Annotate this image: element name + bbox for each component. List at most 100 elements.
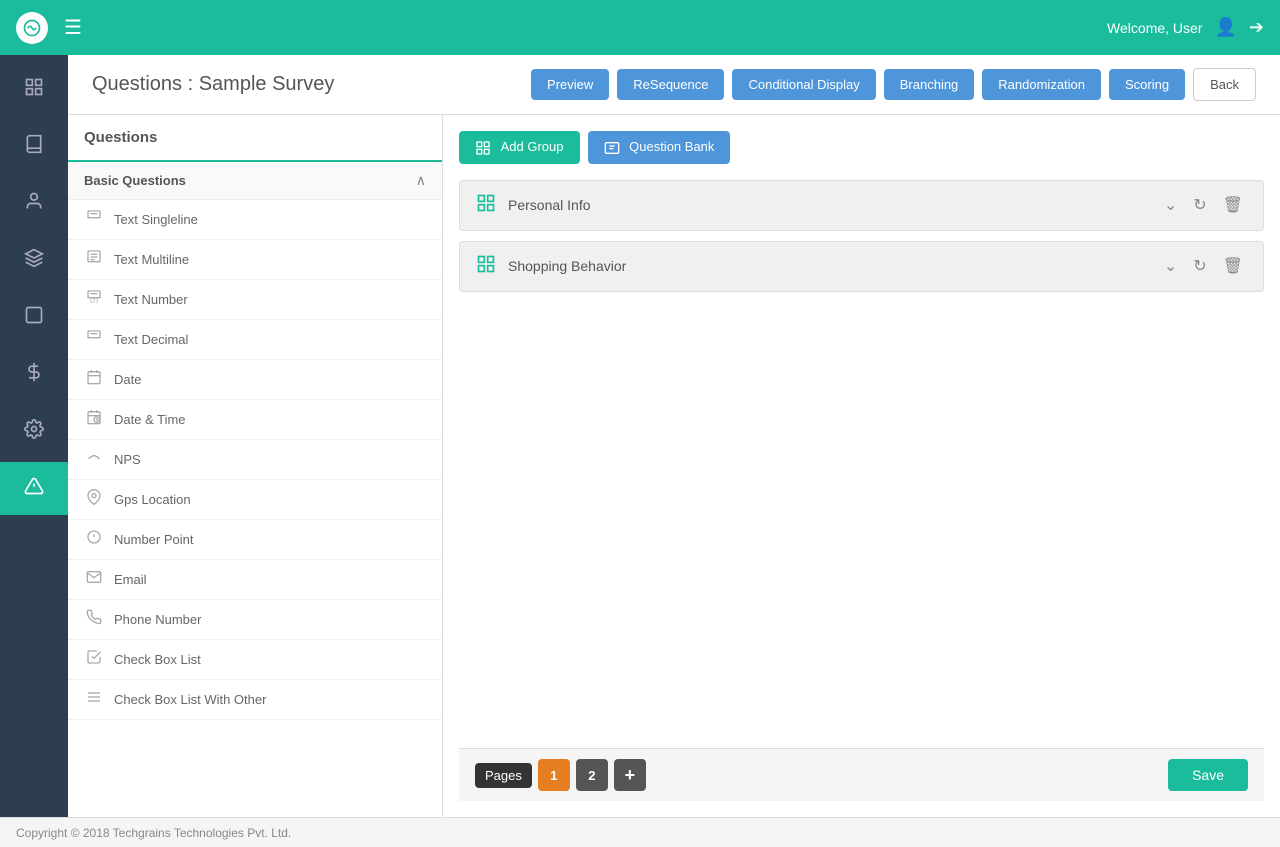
welcome-text: Welcome, User [1107,20,1202,36]
layers-icon [24,248,44,273]
resequence-button[interactable]: ReSequence [617,69,724,100]
groups-container: Personal Info ⌄ ↻ 🗑 Shopping Behavior [459,180,1264,748]
pages-label: Pages [475,763,532,788]
nav-right: Welcome, User 👤 ➔ [1107,17,1264,38]
group-item-shopping: Shopping Behavior ⌄ ↻ 🗑 [459,241,1264,292]
group-icon-shopping [476,254,496,279]
basic-questions-title: Basic Questions [84,173,186,188]
list-item[interactable]: 123 Text Number [68,280,442,320]
nav-left: ☰ [16,12,82,44]
page-title: Questions : Sample Survey [92,73,334,96]
basic-questions-header[interactable]: Basic Questions ∧ [68,162,442,200]
datetime-icon [84,409,104,430]
main-layout: Questions : Sample Survey Preview ReSequ… [0,55,1280,817]
add-group-button[interactable]: Add Group [459,131,580,164]
branching-button[interactable]: Branching [884,69,975,100]
group-delete-button[interactable]: 🗑 [1219,193,1247,217]
svg-text:123: 123 [89,298,98,304]
group-actions: ⌄ ↻ 🗑 [1160,193,1247,217]
checkbox-icon [84,649,104,670]
user-icon [24,191,44,216]
page-2-button[interactable]: 2 [576,759,608,791]
list-item[interactable]: Date & Time [68,400,442,440]
text-singleline-icon [84,209,104,230]
conditional-display-button[interactable]: Conditional Display [732,69,875,100]
sidebar-item-layers[interactable] [0,234,68,287]
group-expand-button-shopping[interactable]: ⌄ [1160,254,1181,278]
item-label: Date [114,372,141,387]
item-label: Gps Location [114,492,191,507]
question-bank-button[interactable]: Question Bank [588,131,731,164]
text-multiline-icon [84,249,104,270]
group-item-personal-info: Personal Info ⌄ ↻ 🗑 [459,180,1264,231]
item-label: Text Multiline [114,252,189,267]
scoring-button[interactable]: Scoring [1109,69,1185,100]
preview-button[interactable]: Preview [531,69,609,100]
list-item[interactable]: Number Point [68,520,442,560]
list-item[interactable]: Check Box List With Other [68,680,442,720]
question-bank-icon [604,139,624,154]
list-item[interactable]: Phone Number [68,600,442,640]
sidebar-item-users[interactable] [0,177,68,230]
logout-button[interactable]: ➔ [1249,17,1264,38]
group-refresh-button[interactable]: ↻ [1189,193,1210,217]
group-expand-button[interactable]: ⌄ [1160,193,1181,217]
gps-icon [84,489,104,510]
content-area: Questions : Sample Survey Preview ReSequ… [68,55,1280,817]
nps-icon [84,449,104,470]
list-item[interactable]: Check Box List [68,640,442,680]
list-item[interactable]: Date [68,360,442,400]
group-name-shopping: Shopping Behavior [508,258,1148,274]
sidebar-item-book[interactable] [0,120,68,173]
number-point-icon [84,529,104,550]
item-label: Email [114,572,147,587]
sidebar-item-settings[interactable] [0,405,68,458]
text-decimal-icon [84,329,104,350]
item-label: Text Decimal [114,332,188,347]
top-navigation: ☰ Welcome, User 👤 ➔ [0,0,1280,55]
list-item[interactable]: Gps Location [68,480,442,520]
group-delete-button-shopping[interactable]: 🗑 [1219,254,1247,278]
sidebar-item-file[interactable] [0,291,68,344]
header-buttons: Preview ReSequence Conditional Display B… [531,68,1256,101]
dollar-icon [24,362,44,387]
footer-text: Copyright © 2018 Techgrains Technologies… [16,826,291,840]
group-actions-shopping: ⌄ ↻ 🗑 [1160,254,1247,278]
list-item[interactable]: Text Multiline [68,240,442,280]
file-icon [24,305,44,330]
hamburger-menu[interactable]: ☰ [64,15,82,40]
group-icon-personal [476,193,496,218]
group-refresh-button-shopping[interactable]: ↻ [1189,254,1210,278]
item-label: Check Box List [114,652,201,667]
item-label: Phone Number [114,612,201,627]
sidebar-item-billing[interactable] [0,348,68,401]
item-label: Check Box List With Other [114,692,266,707]
page-1-button[interactable]: 1 [538,759,570,791]
item-label: Text Number [114,292,188,307]
date-icon [84,369,104,390]
group-name-personal: Personal Info [508,197,1148,213]
randomization-button[interactable]: Randomization [982,69,1101,100]
back-button[interactable]: Back [1193,68,1256,101]
list-item[interactable]: Text Singleline [68,200,442,240]
sidebar-item-dashboard[interactable] [0,63,68,116]
questions-panel-header: Questions [68,115,442,162]
add-page-button[interactable]: + [614,759,646,791]
list-item[interactable]: Email [68,560,442,600]
survey-toolbar: Add Group Question Bank [459,131,1264,164]
phone-icon [84,609,104,630]
save-button[interactable]: Save [1168,759,1248,791]
settings-icon [24,419,44,444]
footer: Copyright © 2018 Techgrains Technologies… [0,817,1280,847]
item-label: Text Singleline [114,212,198,227]
alert-icon [24,476,44,501]
list-item[interactable]: Text Decimal [68,320,442,360]
add-group-icon [475,139,495,154]
list-item[interactable]: NPS [68,440,442,480]
sidebar-item-alerts[interactable] [0,462,68,515]
user-profile-button[interactable]: 👤 [1214,17,1236,38]
collapse-icon: ∧ [416,172,426,189]
text-number-icon: 123 [84,289,104,310]
email-icon [84,569,104,590]
questions-panel: Questions Basic Questions ∧ Text Singlel… [68,115,443,817]
